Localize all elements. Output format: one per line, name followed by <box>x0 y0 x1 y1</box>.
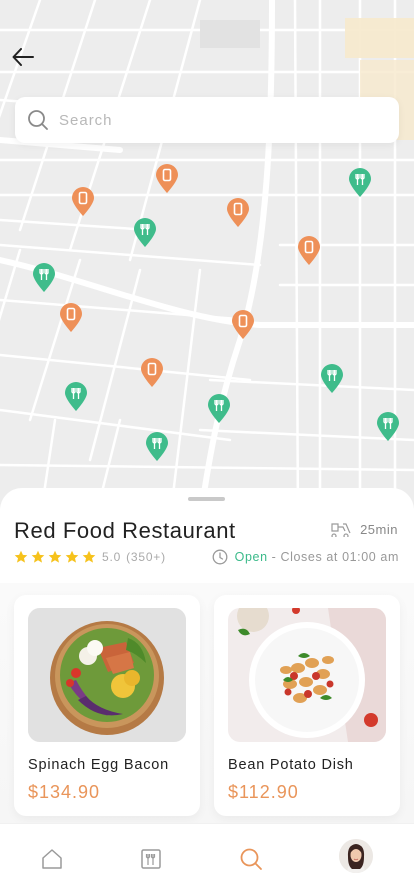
search-icon <box>240 848 262 870</box>
search-input[interactable] <box>59 111 359 129</box>
dish-price: $134.90 <box>28 782 101 802</box>
screen: Red Food Restaurant 25min 5.0 (350+) Ope… <box>0 0 414 896</box>
map-pin-shop[interactable] <box>71 187 95 217</box>
map-pin-restaurant[interactable] <box>207 394 231 424</box>
dish-image <box>28 608 186 742</box>
home-icon <box>42 849 62 869</box>
dish-name: Bean Potato Dish <box>228 757 354 773</box>
map-pin-shop[interactable] <box>140 358 164 388</box>
restaurant-name: Red Food Restaurant <box>14 518 236 543</box>
map-pin-restaurant[interactable] <box>145 432 169 462</box>
tab-menu[interactable] <box>138 846 164 872</box>
dish-name: Spinach Egg Bacon <box>28 757 169 773</box>
map-pin-restaurant[interactable] <box>348 168 372 198</box>
search-icon <box>28 110 48 130</box>
map-pin-restaurant[interactable] <box>32 263 56 293</box>
clock-icon <box>212 549 228 565</box>
review-count: (350+) <box>126 550 166 564</box>
closing-time: - Closes at 01:00 am <box>271 550 399 564</box>
map-pin-restaurant[interactable] <box>320 364 344 394</box>
map-pin-restaurant[interactable] <box>376 412 400 442</box>
avatar[interactable] <box>339 839 373 873</box>
back-button[interactable] <box>10 44 36 70</box>
tab-search[interactable] <box>238 846 264 872</box>
drag-handle[interactable] <box>188 497 225 501</box>
rating-score: 5.0 <box>102 550 122 564</box>
map[interactable] <box>0 0 414 520</box>
delivery-time: 25min <box>330 521 398 537</box>
tab-home[interactable] <box>39 846 65 872</box>
restaurant-sheet: Red Food Restaurant 25min 5.0 (350+) Ope… <box>0 488 414 896</box>
arrow-left-icon <box>12 48 34 66</box>
map-roads <box>0 0 414 520</box>
map-pin-shop[interactable] <box>59 303 83 333</box>
search-bar[interactable] <box>15 97 399 143</box>
bottom-tab-bar <box>0 823 414 896</box>
map-pin-shop[interactable] <box>231 310 255 340</box>
map-pin-shop[interactable] <box>226 198 250 228</box>
star-icon <box>65 550 79 563</box>
delivery-scooter-icon <box>331 523 351 537</box>
opening-hours: Open - Closes at 01:00 am <box>212 549 399 565</box>
delivery-time-text: 25min <box>360 521 398 537</box>
map-pin-shop[interactable] <box>155 164 179 194</box>
star-icon <box>82 550 96 563</box>
dish-card[interactable]: Spinach Egg Bacon $134.90 <box>14 595 200 816</box>
status-open: Open <box>234 550 268 564</box>
star-icon <box>31 550 45 563</box>
menu-icon <box>141 849 161 869</box>
star-icon <box>14 550 28 563</box>
star-icon <box>48 550 62 563</box>
rating: 5.0 (350+) <box>14 550 166 564</box>
map-pin-shop[interactable] <box>297 236 321 266</box>
dish-card[interactable]: Bean Potato Dish $112.90 <box>214 595 400 816</box>
map-pin-restaurant[interactable] <box>64 382 88 412</box>
map-pin-restaurant[interactable] <box>133 218 157 248</box>
dish-price: $112.90 <box>228 782 299 802</box>
dish-image <box>228 608 386 742</box>
